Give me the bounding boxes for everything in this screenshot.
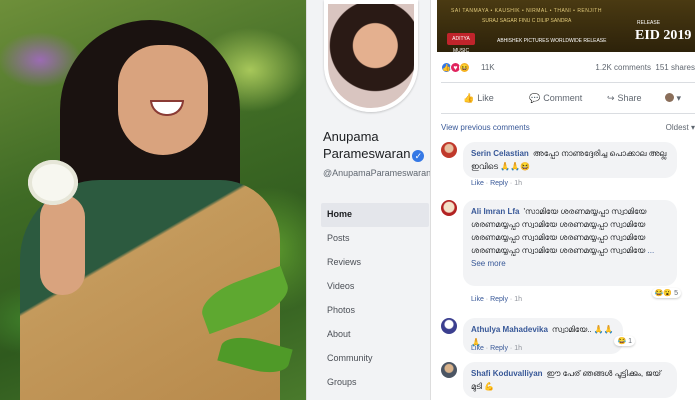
comment-reply-link[interactable]: Reply bbox=[490, 296, 508, 303]
comment-bubble: Ali Imran Lfa 'സാമിയേ ശരണമയ്യപ്പാ സ്വാമിയ… bbox=[463, 200, 677, 286]
chevron-down-icon: ▾ bbox=[690, 123, 695, 132]
nav-item-home[interactable]: Home bbox=[321, 203, 429, 227]
nav-item-groups[interactable]: Groups bbox=[321, 371, 429, 395]
sort-label: Oldest bbox=[665, 123, 689, 132]
comment-reactions[interactable]: 😂 1 bbox=[614, 336, 635, 346]
banner-release-line: ABHISHEK PICTURES WORLDWIDE RELEASE bbox=[497, 38, 607, 44]
nav-item-community[interactable]: Community bbox=[321, 347, 429, 371]
nav-item-about[interactable]: About bbox=[321, 323, 429, 347]
nav-item-photos[interactable]: Photos bbox=[321, 299, 429, 323]
comment-reactions[interactable]: 😂😮 5 bbox=[651, 288, 681, 298]
profile-cover-photo[interactable] bbox=[0, 0, 306, 400]
page-name-text: Anupama Parameswaran bbox=[323, 129, 411, 161]
comment-author[interactable]: Shafi Koduvalliyan bbox=[471, 369, 543, 378]
comments-header: View previous comments Oldest ▾ bbox=[441, 123, 695, 135]
nav-item-posts[interactable]: Posts bbox=[321, 227, 429, 251]
share-label: Share bbox=[617, 93, 642, 103]
comment-meta: Like · Reply · 1h bbox=[471, 180, 523, 187]
comment-time[interactable]: 1h bbox=[514, 296, 522, 303]
banner-release-label: RELEASE bbox=[637, 20, 661, 26]
comment-reply-link[interactable]: Reply bbox=[490, 345, 508, 352]
comment-meta: Like · Reply · 1h bbox=[471, 345, 523, 352]
post-image-banner[interactable]: SAI TANMAYA • KAUSHIK • NIRMAL • THANI •… bbox=[437, 0, 695, 54]
comment-bubble: Serin Celastian അപ്പോ നാണുദ്ദേരിച്ച പൊക്ക… bbox=[463, 142, 677, 178]
comment-like-link[interactable]: Like bbox=[471, 296, 484, 303]
nav-item-reviews[interactable]: Reviews bbox=[321, 251, 429, 275]
page-nav: Home Posts Reviews Videos Photos About C… bbox=[321, 203, 429, 395]
comment-item: Athulya Mahadevika സ്വാമിയേ.. 🙏🙏🙏 😂 1 Lik… bbox=[441, 318, 695, 358]
banner-cast-line: SAI TANMAYA • KAUSHIK • NIRMAL • THANI •… bbox=[451, 8, 602, 14]
comment-bubble: Shafi Koduvalliyan ഈ പേര് ഞങ്ങൾ പൂട്ടിക്ക… bbox=[463, 362, 677, 398]
comment-item: Ali Imran Lfa 'സാമിയേ ശരണമയ്യപ്പാ സ്വാമിയ… bbox=[441, 200, 695, 310]
page-sidebar: Anupama Parameswaran ✓ @AnupamaParameswar… bbox=[306, 0, 458, 400]
like-label: Like bbox=[477, 93, 494, 103]
page-name[interactable]: Anupama Parameswaran ✓ bbox=[323, 128, 433, 162]
comments-count[interactable]: 1.2K comments bbox=[595, 63, 651, 72]
banner-crew-line: SURAJ SAGAR FINU C DILIP SANDRA bbox=[482, 18, 572, 24]
photo-hand bbox=[40, 195, 85, 295]
comment-like-link[interactable]: Like bbox=[471, 180, 484, 187]
share-button[interactable]: ↪ Share bbox=[607, 93, 642, 104]
commenter-avatar[interactable] bbox=[441, 362, 457, 378]
like-button[interactable]: 👍 Like bbox=[463, 93, 494, 104]
commenter-avatar[interactable] bbox=[441, 318, 457, 334]
comment-button[interactable]: 💬 Comment bbox=[529, 93, 582, 104]
nav-item-videos[interactable]: Videos bbox=[321, 275, 429, 299]
reaction-icons[interactable]: 👍 ♥ 😆 bbox=[441, 62, 470, 73]
comment-time[interactable]: 1h bbox=[514, 180, 522, 187]
post-stats: 👍 ♥ 😆 11K 1.2K comments 151 shares bbox=[441, 62, 695, 76]
comment-item: Shafi Koduvalliyan ഈ പേര് ഞങ്ങൾ പൂട്ടിക്ക… bbox=[441, 362, 695, 400]
commenter-avatar[interactable] bbox=[441, 200, 457, 216]
comment-time[interactable]: 1h bbox=[514, 345, 522, 352]
haha-reaction-icon: 😆 bbox=[459, 62, 470, 73]
profile-avatar[interactable] bbox=[324, 0, 418, 112]
shares-count[interactable]: 151 shares bbox=[655, 63, 695, 72]
audience-selector[interactable]: ▾ bbox=[665, 93, 681, 104]
banner-eid-title: EID 2019 bbox=[635, 28, 692, 43]
comment-like-link[interactable]: Like bbox=[471, 345, 484, 352]
comment-icon: 💬 bbox=[529, 93, 541, 103]
view-previous-comments-link[interactable]: View previous comments bbox=[441, 123, 530, 132]
commenter-avatar[interactable] bbox=[441, 142, 457, 158]
photo-flower bbox=[28, 160, 78, 205]
verified-badge-icon: ✓ bbox=[412, 150, 425, 162]
comment-share-counts: 1.2K comments 151 shares bbox=[595, 63, 695, 72]
comment-sort-dropdown[interactable]: Oldest ▾ bbox=[666, 123, 695, 132]
comment-author[interactable]: Athulya Mahadevika bbox=[471, 325, 548, 334]
comment-item: Serin Celastian അപ്പോ നാണുദ്ദേരിച്ച പൊക്ക… bbox=[441, 142, 695, 188]
comment-label: Comment bbox=[543, 93, 583, 103]
page-handle: @AnupamaParameswaranOnline bbox=[323, 168, 458, 178]
post-actions: 👍 Like 💬 Comment ↪ Share ▾ bbox=[441, 82, 695, 114]
comment-author[interactable]: Ali Imran Lfa bbox=[471, 207, 519, 216]
post-feed: SAI TANMAYA • KAUSHIK • NIRMAL • THANI •… bbox=[430, 0, 700, 400]
share-icon: ↪ bbox=[607, 93, 615, 103]
comment-author[interactable]: Serin Celastian bbox=[471, 149, 529, 158]
thumbs-up-icon: 👍 bbox=[463, 93, 475, 103]
banner-logo: ADITYA MUSIC bbox=[447, 33, 475, 54]
comment-reply-link[interactable]: Reply bbox=[490, 180, 508, 187]
comment-meta: Like · Reply · 1h bbox=[471, 296, 523, 303]
reaction-count[interactable]: 11K bbox=[481, 63, 495, 72]
mini-avatar-icon bbox=[665, 93, 674, 102]
